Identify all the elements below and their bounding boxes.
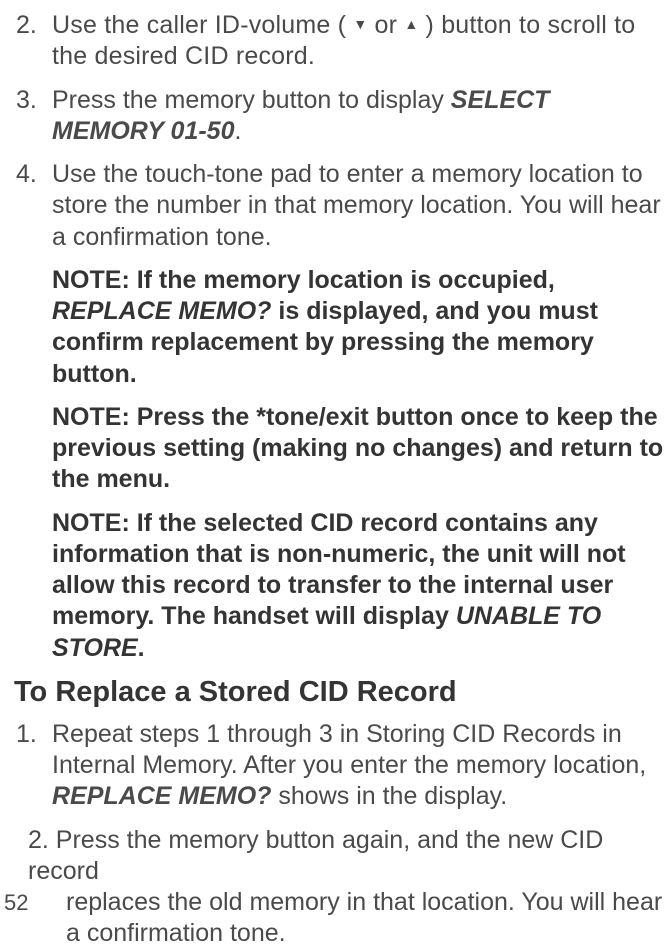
note-3: NOTE: If the selected CID record contain…: [14, 508, 666, 664]
step-number: 4.: [14, 159, 52, 253]
step-3: 3. Press the memory button to display SE…: [14, 85, 666, 148]
step-text: Use the caller ID-volume ( ▼ or ▲ ) butt…: [52, 10, 666, 73]
display-string: REPLACE MEMO?: [52, 297, 271, 325]
text: replaces the old memory in that location…: [28, 887, 666, 950]
step-text: Use the touch-tone pad to enter a memory…: [52, 159, 666, 253]
text: 2. Press the memory button again, and th…: [28, 826, 603, 885]
step-number: 1.: [14, 719, 52, 813]
step-2: 2. Use the caller ID-volume ( ▼ or ▲ ) b…: [14, 10, 666, 73]
note-1: NOTE: If the memory location is occupied…: [14, 265, 666, 390]
text: shows in the display.: [271, 782, 507, 810]
text: Repeat steps 1 through 3 in Storing CID …: [52, 720, 646, 779]
chevron-up-icon: ▲: [404, 16, 418, 34]
text: Press the memory button to display: [52, 86, 451, 114]
section-heading: To Replace a Stored CID Record: [0, 676, 672, 709]
note-2: NOTE: Press the *tone/exit button once t…: [14, 402, 666, 496]
display-string: REPLACE MEMO?: [52, 782, 271, 810]
text: .: [234, 117, 241, 145]
step-text: Repeat steps 1 through 3 in Storing CID …: [52, 719, 666, 813]
step-4: 4. Use the touch-tone pad to enter a mem…: [14, 159, 666, 253]
note-text: .: [138, 634, 145, 662]
step-number: 3.: [14, 85, 52, 148]
step-text: Press the memory button to display SELEC…: [52, 85, 666, 148]
page-number: 52: [4, 890, 28, 916]
note-text: NOTE: If the memory location is occupied…: [52, 266, 555, 294]
replace-section: 1. Repeat steps 1 through 3 in Storing C…: [0, 719, 672, 950]
replace-step-2: 2. Press the memory button again, and th…: [14, 825, 666, 950]
replace-step-1: 1. Repeat steps 1 through 3 in Storing C…: [14, 719, 666, 813]
text: Use the caller ID-volume (: [52, 11, 353, 39]
step-number: 2.: [14, 10, 52, 73]
text: or: [367, 11, 404, 39]
chevron-down-icon: ▼: [353, 16, 367, 34]
page-content: 2. Use the caller ID-volume ( ▼ or ▲ ) b…: [0, 10, 672, 664]
